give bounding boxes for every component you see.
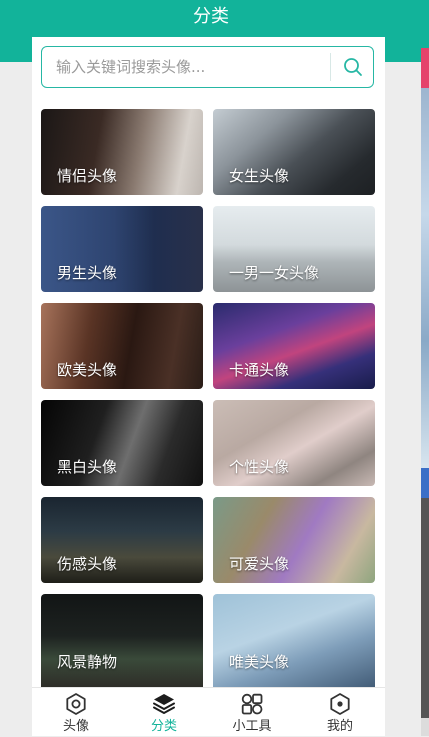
category-label: 情侣头像	[57, 167, 118, 185]
tab-label: 我的	[326, 719, 353, 734]
category-tile-scenery[interactable]: 风景静物	[41, 594, 203, 687]
category-label: 卡通头像	[229, 361, 290, 379]
category-tile-aesthetic[interactable]: 唯美头像	[213, 594, 375, 687]
category-tile-black-white[interactable]: 黑白头像	[41, 400, 203, 486]
tools-icon	[241, 693, 263, 715]
tab-mine[interactable]: 我的	[296, 688, 384, 737]
tab-avatar[interactable]: 头像	[32, 688, 120, 737]
category-label: 个性头像	[229, 458, 290, 476]
background-partial-screen	[421, 48, 429, 736]
category-image	[41, 594, 203, 687]
category-label: 可爱头像	[229, 555, 290, 573]
category-label: 伤感头像	[57, 555, 118, 573]
category-panel: 情侣头像 女生头像 男生头像 一男一女头像 欧美头像 卡通头像 黑白头像 个性头…	[32, 37, 385, 687]
search-icon	[344, 58, 362, 76]
search-input[interactable]	[42, 47, 330, 87]
category-label: 黑白头像	[57, 458, 118, 476]
category-tile-girl[interactable]: 女生头像	[213, 109, 375, 195]
category-label: 欧美头像	[57, 361, 118, 379]
tab-label: 小工具	[232, 719, 272, 734]
tab-tools[interactable]: 小工具	[208, 688, 296, 737]
search-divider	[330, 53, 331, 81]
category-image	[213, 594, 375, 687]
tab-category[interactable]: 分类	[120, 688, 208, 737]
category-tile-sad[interactable]: 伤感头像	[41, 497, 203, 583]
tab-label: 头像	[62, 719, 89, 734]
search-button[interactable]	[332, 47, 374, 87]
search-bar	[41, 46, 374, 88]
layers-icon	[153, 694, 175, 714]
category-tile-boy[interactable]: 男生头像	[41, 206, 203, 292]
bottom-tab-bar: 头像 分类 小工具 我的	[32, 687, 385, 736]
category-tile-cute[interactable]: 可爱头像	[213, 497, 375, 583]
category-label: 风景静物	[57, 653, 118, 671]
page-title: 分类	[193, 6, 229, 27]
category-label: 女生头像	[229, 167, 290, 185]
category-label: 男生头像	[57, 264, 118, 282]
category-label: 唯美头像	[229, 653, 290, 671]
category-tile-one-boy-one-girl[interactable]: 一男一女头像	[213, 206, 375, 292]
category-tile-couple[interactable]: 情侣头像	[41, 109, 203, 195]
category-tile-cartoon[interactable]: 卡通头像	[213, 303, 375, 389]
camera-icon	[66, 693, 86, 715]
profile-icon	[330, 693, 350, 715]
category-label: 一男一女头像	[229, 264, 320, 282]
category-tile-personality[interactable]: 个性头像	[213, 400, 375, 486]
tab-label: 分类	[150, 719, 177, 734]
category-tile-western[interactable]: 欧美头像	[41, 303, 203, 389]
